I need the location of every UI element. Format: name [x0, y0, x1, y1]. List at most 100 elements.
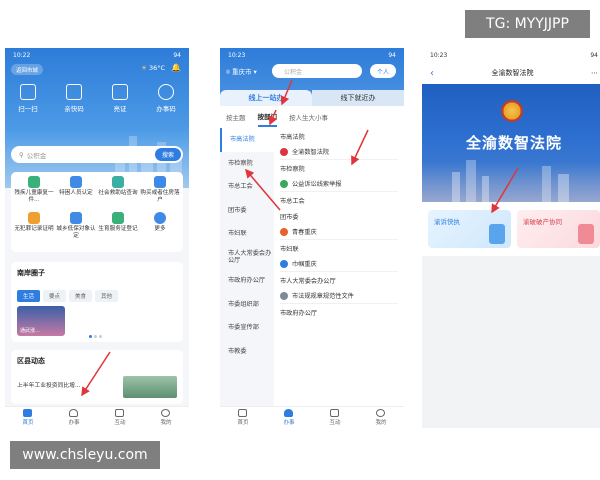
status-bar: 10:23 94	[220, 48, 404, 62]
department-service-item[interactable]: 青春重庆	[280, 224, 398, 240]
service-item[interactable]: 生育服务证登记	[97, 212, 139, 248]
search-icon: ⚲	[19, 150, 24, 159]
department-service-item[interactable]: 全渝数智法院	[280, 144, 398, 160]
weather-widget[interactable]: ☀ 36°C	[141, 64, 165, 72]
tab-online[interactable]: 线上一站办	[220, 90, 312, 106]
phone-services-screen: 10:23 94 ⌾ 重庆市 ▾ 公积金 个人 线上一站办 线下就近办 按主题 …	[220, 48, 404, 428]
tab-mine[interactable]: 我的	[160, 409, 172, 426]
department-item[interactable]: 市人大常委会办公厅	[220, 246, 274, 270]
user-icon	[158, 84, 174, 100]
department-header: 市检察院	[280, 165, 305, 173]
service-grid: 残疾儿童康复一件... 特困人员认定 社会救助站查询 购买或者住房落户 无犯罪记…	[11, 172, 183, 252]
tab-interact[interactable]: 互动	[114, 409, 126, 426]
tab-home[interactable]: 首页	[22, 409, 34, 426]
news-card: 区县动态 上半年工业投资同比增...	[11, 350, 183, 404]
baby-icon	[112, 212, 124, 224]
service-label: 无犯罪记录证明	[14, 226, 54, 232]
service-item[interactable]: 购买或者住房落户	[139, 176, 181, 212]
service-item[interactable]: 无犯罪记录证明	[13, 212, 55, 248]
department-service-item[interactable]: 巾帼重庆	[280, 256, 398, 272]
smile-icon	[376, 409, 386, 417]
service-label: 城乡低保对象认定	[56, 226, 96, 239]
search-button[interactable]: 搜索	[155, 148, 181, 161]
tab-services[interactable]: 办事	[283, 409, 295, 426]
department-header: 市妇联	[280, 245, 299, 253]
home-search-bar[interactable]: ⚲ 公积金 搜索	[11, 146, 183, 163]
back-chevron-icon[interactable]: ‹	[430, 68, 434, 79]
service-item-label: 市法规规章规范性文件	[292, 293, 354, 300]
quick-action-id[interactable]: 亮证	[100, 84, 140, 113]
quick-action-code[interactable]: 亲快码	[54, 84, 94, 113]
circle-tag[interactable]: 其他	[95, 290, 119, 302]
subtab-by-life-event[interactable]: 按人生大小事	[289, 108, 328, 126]
tile-label: 渝破破产协同	[523, 218, 562, 226]
category-tabs: 按主题 按部门 按人生大小事	[220, 106, 404, 128]
department-item[interactable]: 市高法院	[220, 128, 274, 152]
department-item[interactable]: 市总工会	[220, 175, 274, 199]
department-header: 市政府办公厅	[280, 309, 318, 317]
service-item[interactable]: 城乡低保对象认定	[55, 212, 97, 248]
department-item[interactable]: 市妇联	[220, 222, 274, 246]
status-bar: 10:22 94	[5, 48, 189, 62]
quick-action-label: 亲快码	[64, 105, 84, 113]
subtab-by-topic[interactable]: 按主题	[226, 108, 246, 126]
tile-bankruptcy[interactable]: 渝破破产协同	[517, 210, 600, 248]
services-search-input[interactable]: 公积金	[272, 64, 362, 78]
service-label: 社会救助站查询	[98, 190, 138, 196]
tile-fast-enforcement[interactable]: 渝诉快执	[428, 210, 511, 248]
back-to-city-button[interactable]: 返回市城	[11, 64, 44, 75]
search-input[interactable]: 公积金	[27, 150, 47, 160]
tab-mine[interactable]: 我的	[375, 409, 387, 426]
shield-icon	[70, 212, 82, 224]
circle-tag[interactable]: 要点	[43, 290, 67, 302]
subtab-by-department[interactable]: 按部门	[257, 107, 277, 127]
status-time: 10:23	[228, 51, 246, 59]
news-thumbnail[interactable]	[123, 376, 177, 398]
quick-action-scan[interactable]: 扫一扫	[8, 84, 48, 113]
department-item[interactable]: 市教委	[220, 340, 274, 364]
circle-tag[interactable]: 生活	[17, 290, 41, 302]
court-nav-bar: ‹ 全渝数智法院 ⋯	[422, 62, 600, 84]
service-item-more[interactable]: 更多	[139, 212, 181, 248]
calendar-icon	[330, 409, 340, 417]
department-item[interactable]: 市委组织部	[220, 293, 274, 317]
status-battery: 94	[388, 51, 396, 59]
qr-code-icon	[66, 84, 82, 100]
circle-tag[interactable]: 美食	[69, 290, 93, 302]
department-header: 市总工会	[280, 197, 305, 205]
service-item[interactable]: 特困人员认定	[55, 176, 97, 212]
status-bar: 10:23 94	[422, 48, 600, 62]
service-logo-icon	[280, 291, 288, 300]
tile-label: 渝诉快执	[434, 218, 460, 226]
location-selector[interactable]: ⌾ 重庆市 ▾	[226, 66, 257, 77]
service-logo-icon	[280, 147, 288, 156]
department-item[interactable]: 团市委	[220, 199, 274, 223]
mode-switch: 线上一站办 线下就近办	[220, 90, 404, 106]
tab-label: 互动	[114, 420, 126, 426]
department-service-item[interactable]: 市法规规章规范性文件	[280, 288, 398, 304]
person-toggle-button[interactable]: 个人	[370, 64, 396, 78]
department-header: 团市委	[280, 213, 299, 221]
court-service-tiles: 渝诉快执 渝破破产协同	[422, 202, 600, 256]
service-logo-icon	[280, 179, 288, 188]
bell-icon[interactable]: 🔔	[171, 63, 181, 72]
more-options-icon[interactable]: ⋯	[591, 69, 598, 77]
service-label: 购买或者住房落户	[140, 190, 180, 203]
tab-services[interactable]: 办事	[68, 409, 80, 426]
department-item[interactable]: 市委宣传部	[220, 316, 274, 340]
department-item[interactable]: 市检察院	[220, 152, 274, 176]
circle-image[interactable]: 通武涨...	[17, 306, 65, 336]
service-item[interactable]: 残疾儿童康复一件...	[13, 176, 55, 212]
circle-image-caption: 通武涨...	[20, 328, 40, 334]
circle-card: 南岸圈子 生活 要点 美食 其他 通武涨...	[11, 262, 183, 342]
child-care-icon	[28, 176, 40, 188]
tab-interact[interactable]: 互动	[329, 409, 341, 426]
service-logo-icon	[280, 227, 288, 236]
tab-offline[interactable]: 线下就近办	[312, 90, 404, 106]
department-service-item[interactable]: 公益诉讼线索举报	[280, 176, 398, 192]
service-item[interactable]: 社会救助站查询	[97, 176, 139, 212]
department-item[interactable]: 市政府办公厅	[220, 269, 274, 293]
tab-home[interactable]: 首页	[237, 409, 249, 426]
quick-action-service-code[interactable]: 办事码	[146, 84, 186, 113]
quick-action-label: 亮证	[113, 105, 127, 113]
